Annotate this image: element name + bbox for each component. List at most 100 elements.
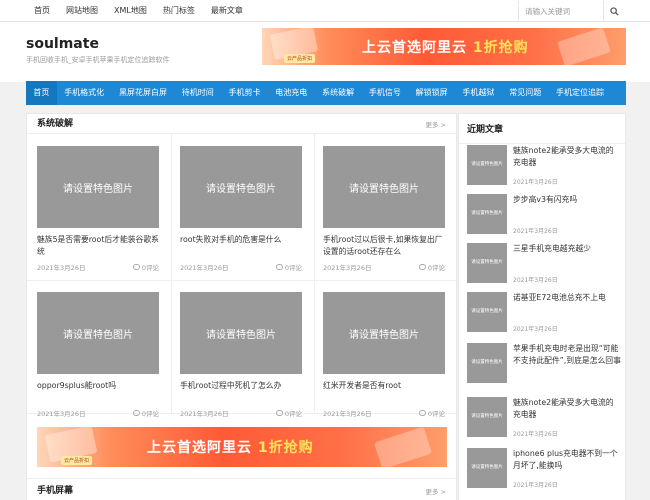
post-card[interactable]: 请设置特色图片 红米开发者是否有root 2021年3月26日 0评论 (323, 292, 445, 418)
sidebar-thumbnail[interactable]: 请设置特色图片 (467, 145, 507, 185)
nav-location[interactable]: 手机定位追踪 (549, 81, 612, 105)
nav-unlock[interactable]: 解锁锁屏 (408, 81, 455, 105)
header-ad-banner[interactable]: 云产品折扣 上云首选阿里云 1折抢购 (262, 28, 626, 65)
post-title[interactable]: oppor9splus能root吗 (37, 380, 159, 404)
top-nav: 首页 网站地图 XML地图 热门标签 最新文章 (26, 0, 251, 22)
post-meta: 2021年3月26日 0评论 (180, 262, 302, 272)
section-title[interactable]: 系统破解 (37, 114, 73, 134)
sidebar-thumbnail[interactable]: 请设置特色图片 (467, 292, 507, 332)
comment-icon (418, 264, 426, 270)
sidebar-post[interactable]: 请设置特色图片 诺基亚E72电池总充不上电 2021年3月26日 (467, 292, 617, 333)
post-date: 2021年3月26日 (180, 410, 229, 418)
nav-system-crack[interactable]: 系统破解 (315, 81, 362, 105)
search-input[interactable] (519, 1, 603, 21)
sidebar-post-title[interactable]: iphone6 plus充电器不到一个月坏了,能换吗 (513, 448, 621, 472)
ad-card-graphic-right (557, 28, 611, 65)
post-card[interactable]: 请设置特色图片 oppor9splus能root吗 2021年3月26日 0评论 (37, 292, 159, 418)
ad-card-graphic-right (373, 427, 433, 467)
nav-sim-cut[interactable]: 手机剪卡 (221, 81, 268, 105)
sidebar-thumbnail[interactable]: 请设置特色图片 (467, 194, 507, 234)
top-nav-hot-tags[interactable]: 热门标签 (155, 0, 203, 22)
main-nav: 首页 手机格式化 黑屏花屏白屏 待机时间 手机剪卡 电池充电 系统破解 手机信号… (26, 81, 626, 105)
post-title[interactable]: 红米开发者是否有root (323, 380, 445, 404)
post-comments[interactable]: 0评论 (418, 408, 445, 418)
sidebar-header: 近期文章 (459, 114, 625, 144)
site-header: soulmate 手机回收手机_安卓手机苹果手机定位追踪软件 云产品折扣 上云首… (0, 22, 650, 82)
sidebar-post-date: 2021年3月26日 (513, 228, 558, 235)
sidebar-post-date: 2021年3月26日 (513, 431, 558, 438)
sidebar-post[interactable]: 请设置特色图片 苹果手机充电时老是出现“可能不支持此配件”,到底是怎么回事 (467, 343, 621, 391)
post-thumbnail[interactable]: 请设置特色图片 (37, 146, 159, 228)
post-title[interactable]: 手机root过程中死机了怎么办 (180, 380, 302, 404)
nav-battery[interactable]: 电池充电 (268, 81, 315, 105)
comment-count: 0评论 (141, 410, 159, 418)
post-thumbnail[interactable]: 请设置特色图片 (323, 292, 445, 374)
section-title-2[interactable]: 手机屏幕 (37, 481, 73, 500)
post-thumbnail[interactable]: 请设置特色图片 (37, 292, 159, 374)
post-date: 2021年3月26日 (180, 264, 229, 272)
post-comments[interactable]: 0评论 (275, 262, 302, 272)
site-title[interactable]: soulmate (26, 36, 99, 52)
more-link-2[interactable]: 更多 > (425, 486, 446, 496)
sidebar-thumbnail[interactable]: 请设置特色图片 (467, 243, 507, 283)
ad-text-highlight: 1折抢购 (472, 39, 529, 56)
sidebar-post-title[interactable]: 步步高v3有闪充吗 (513, 194, 621, 206)
post-thumbnail[interactable]: 请设置特色图片 (180, 146, 302, 228)
top-nav-latest[interactable]: 最新文章 (203, 0, 251, 22)
sidebar-post-title[interactable]: 苹果手机充电时老是出现“可能不支持此配件”,到底是怎么回事 (513, 343, 621, 367)
post-card[interactable]: 请设置特色图片 手机root过程中死机了怎么办 2021年3月26日 0评论 (180, 292, 302, 418)
top-nav-sitemap[interactable]: 网站地图 (58, 0, 106, 22)
nav-home[interactable]: 首页 (26, 81, 57, 105)
sidebar-post-title[interactable]: 魅族note2能承受多大电流的充电器 (513, 145, 621, 169)
ad-text-highlight: 1折抢购 (257, 440, 314, 456)
sidebar-post-title[interactable]: 三星手机充电越充越少 (513, 243, 621, 255)
post-comments[interactable]: 0评论 (132, 408, 159, 418)
sidebar-post-date: 2021年3月26日 (513, 179, 558, 186)
post-date: 2021年3月26日 (323, 410, 372, 418)
top-nav-home[interactable]: 首页 (26, 0, 58, 22)
post-thumbnail[interactable]: 请设置特色图片 (180, 292, 302, 374)
ad-text-main: 上云首选阿里云 (147, 440, 252, 456)
sidebar-post[interactable]: 请设置特色图片 iphone6 plus充电器不到一个月坏了,能换吗 2021年… (467, 448, 618, 489)
comment-count: 0评论 (427, 264, 445, 272)
ad-text: 上云首选阿里云 1折抢购 (362, 37, 529, 57)
post-date: 2021年3月26日 (37, 410, 86, 418)
sidebar-thumbnail[interactable]: 请设置特色图片 (467, 448, 507, 488)
main-content: 系统破解 更多 > 请设置特色图片 魅族5是否需要root后才能装谷歌系统 20… (26, 113, 458, 500)
post-title[interactable]: 手机root过以后很卡,如果恢复出厂设置的话root还存在么 (323, 234, 445, 258)
nav-standby[interactable]: 待机时间 (174, 81, 221, 105)
post-meta: 2021年3月26日 0评论 (37, 262, 159, 272)
sidebar-post[interactable]: 请设置特色图片 魅族note2能承受多大电流的充电器 2021年3月26日 (467, 397, 617, 438)
nav-screen[interactable]: 黑屏花屏白屏 (112, 81, 175, 105)
post-card[interactable]: 请设置特色图片 手机root过以后很卡,如果恢复出厂设置的话root还存在么 2… (323, 146, 445, 272)
sidebar-post[interactable]: 请设置特色图片 三星手机充电越充越少 2021年3月26日 (467, 243, 617, 284)
search-button[interactable] (603, 1, 624, 21)
more-link[interactable]: 更多 > (425, 119, 446, 129)
post-card[interactable]: 请设置特色图片 root失败对手机的危害是什么 2021年3月26日 0评论 (180, 146, 302, 272)
post-comments[interactable]: 0评论 (418, 262, 445, 272)
comment-count: 0评论 (284, 410, 302, 418)
sidebar-post-title[interactable]: 诺基亚E72电池总充不上电 (513, 292, 621, 304)
sidebar-thumbnail[interactable]: 请设置特色图片 (467, 397, 507, 437)
sidebar-post[interactable]: 请设置特色图片 魅族note2能承受多大电流的充电器 2021年3月26日 (467, 145, 617, 186)
content-ad-banner[interactable]: 云产品折扣 上云首选阿里云 1折抢购 (37, 427, 447, 467)
post-thumbnail[interactable]: 请设置特色图片 (323, 146, 445, 228)
section-header: 系统破解 更多 > (27, 114, 456, 134)
post-comments[interactable]: 0评论 (275, 408, 302, 418)
ad-tag: 云产品折扣 (61, 456, 93, 465)
column-divider (314, 134, 315, 414)
nav-format[interactable]: 手机格式化 (57, 81, 112, 105)
nav-faq[interactable]: 常见问题 (502, 81, 549, 105)
top-nav-xml-sitemap[interactable]: XML地图 (106, 0, 155, 22)
sidebar-post-title[interactable]: 魅族note2能承受多大电流的充电器 (513, 397, 621, 421)
post-title[interactable]: 魅族5是否需要root后才能装谷歌系统 (37, 234, 159, 258)
post-card[interactable]: 请设置特色图片 魅族5是否需要root后才能装谷歌系统 2021年3月26日 0… (37, 146, 159, 272)
post-title[interactable]: root失败对手机的危害是什么 (180, 234, 302, 258)
nav-jailbreak[interactable]: 手机越狱 (455, 81, 502, 105)
post-date: 2021年3月26日 (37, 264, 86, 272)
sidebar-thumbnail[interactable]: 请设置特色图片 (467, 343, 507, 383)
nav-signal[interactable]: 手机信号 (361, 81, 408, 105)
sidebar-post[interactable]: 请设置特色图片 步步高v3有闪充吗 2021年3月26日 (467, 194, 617, 235)
post-comments[interactable]: 0评论 (132, 262, 159, 272)
post-date: 2021年3月26日 (323, 264, 372, 272)
